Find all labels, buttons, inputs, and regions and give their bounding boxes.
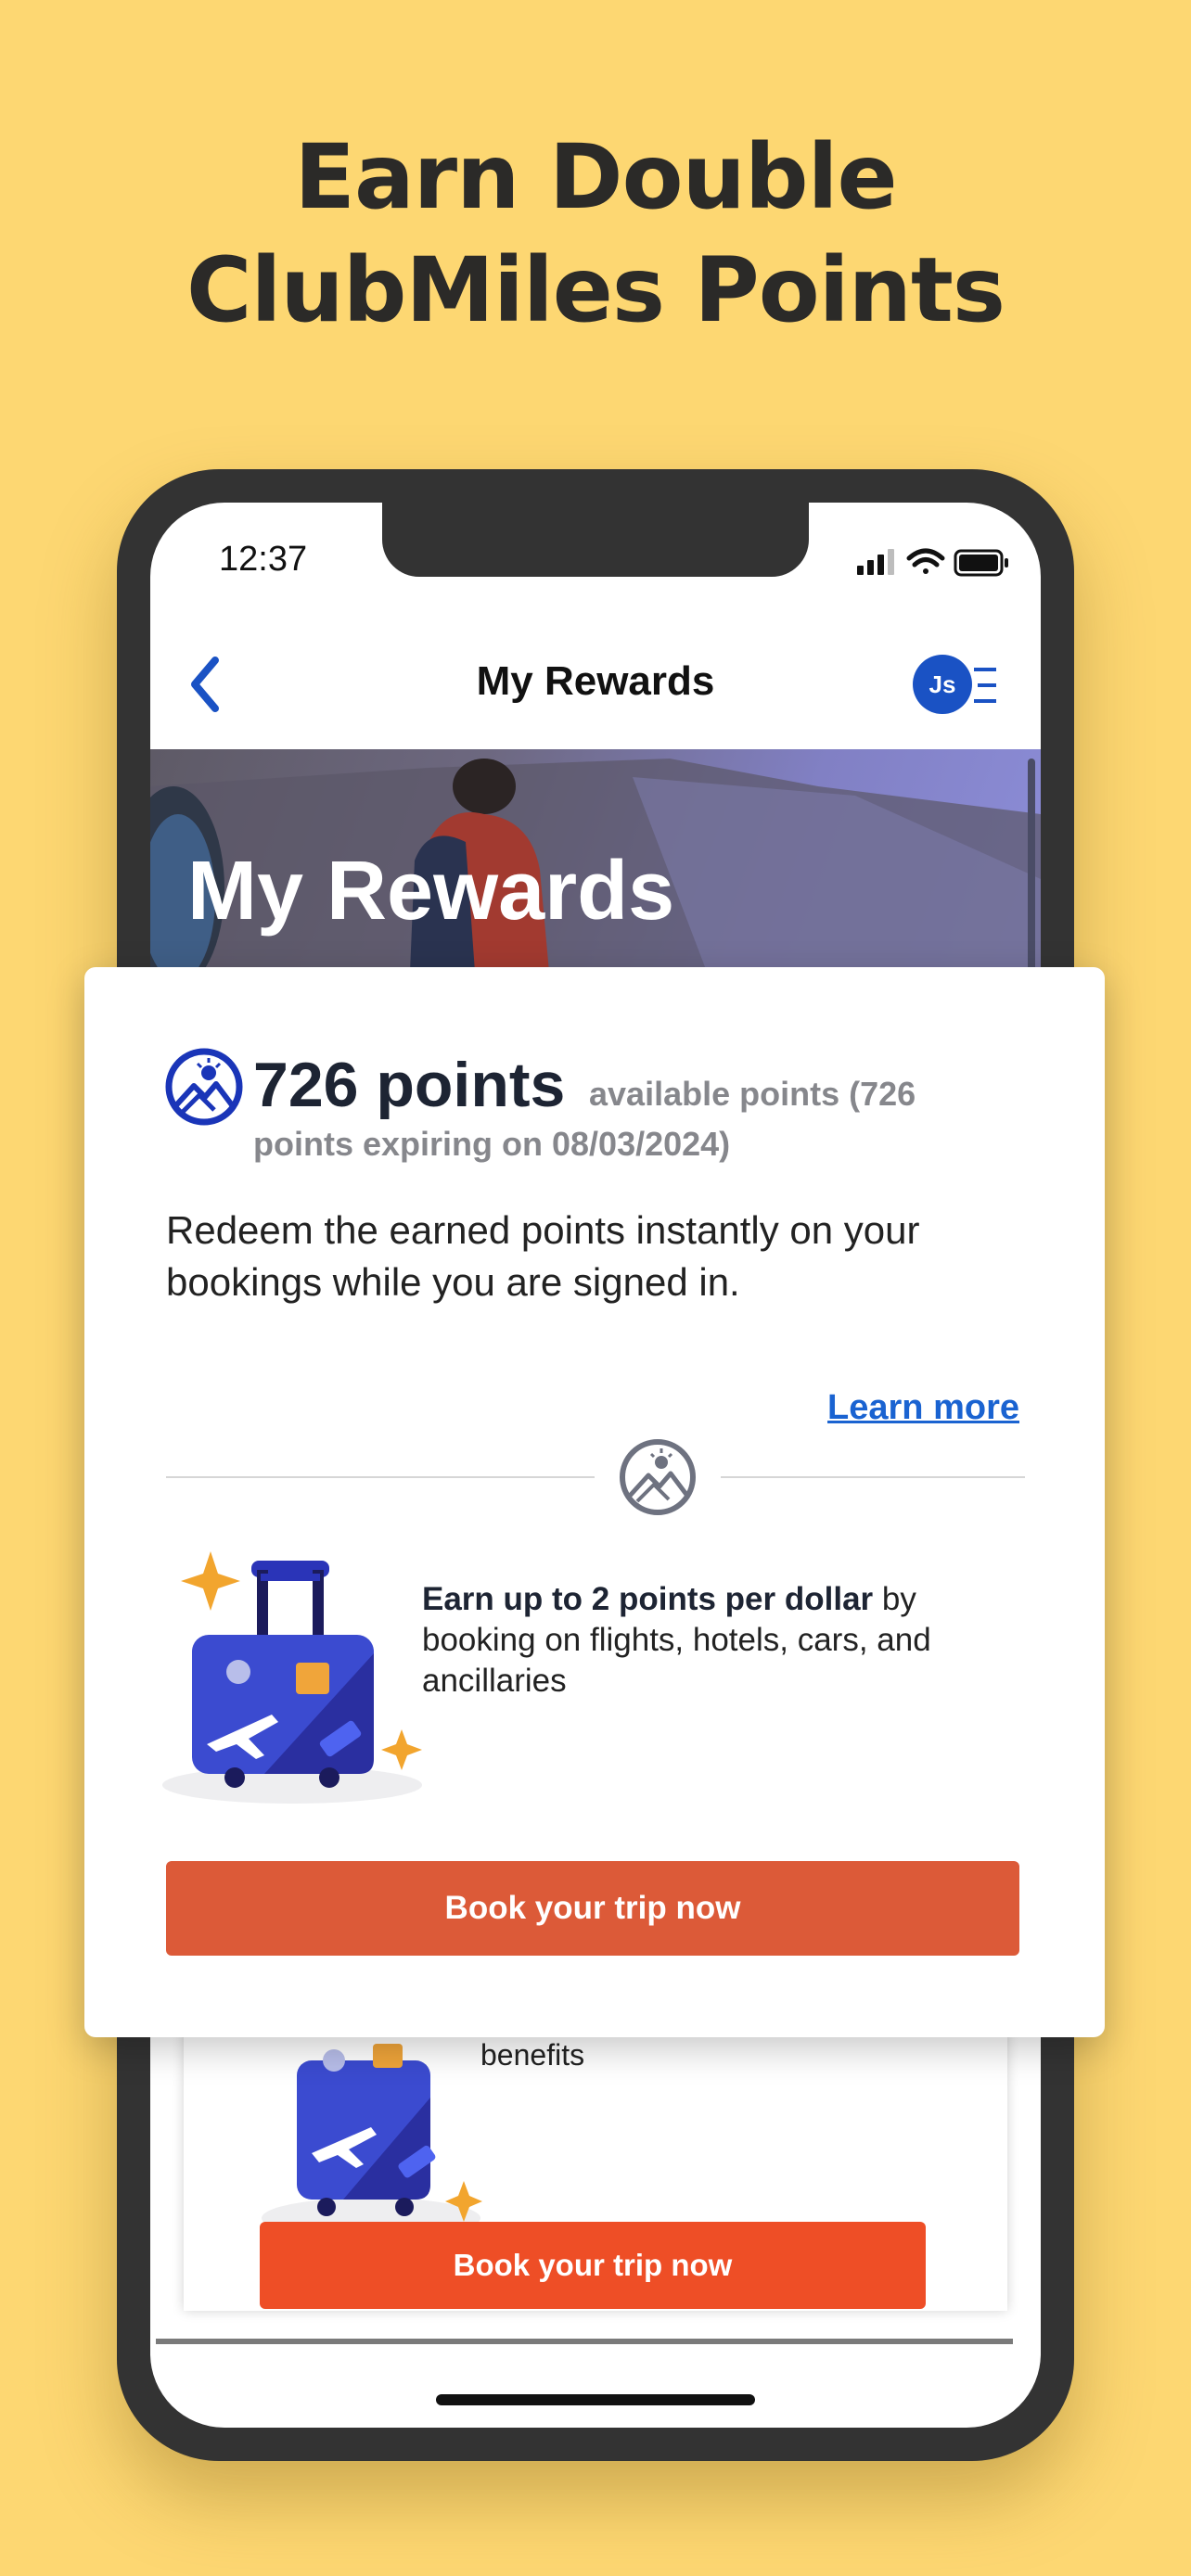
avatar[interactable]: Js [913, 655, 972, 714]
points-expiry-note: available points (726 points expiring on… [253, 1075, 916, 1163]
battery-icon [954, 549, 1008, 577]
redeem-description: Redeem the earned points instantly on yo… [166, 1208, 920, 1304]
divider-left [166, 1476, 595, 1478]
home-indicator[interactable] [436, 2394, 755, 2405]
status-time: 12:37 [219, 540, 308, 579]
cellular-signal-icon [857, 549, 894, 575]
mountain-sun-icon [620, 1439, 696, 1515]
headline-line-2: ClubMiles Points [186, 238, 1005, 342]
earn-description: Earn up to 2 points per dollar by bookin… [422, 1579, 1016, 1702]
hero-title: My Rewards [187, 845, 675, 937]
earn-highlight: Earn up to 2 points per dollar [422, 1581, 874, 1617]
hero-banner: My Rewards [150, 749, 1041, 972]
learn-more-link[interactable]: Learn more [827, 1388, 1019, 1428]
headline-line-1: Earn Double [294, 125, 897, 229]
phone-notch [382, 503, 809, 577]
background-book-button[interactable]: Book your trip now [260, 2222, 926, 2309]
wifi-icon [906, 548, 945, 574]
suitcase-icon [162, 1551, 422, 1804]
clubmiles-logo-icon [165, 1048, 243, 1126]
rewards-card: 726 points available points (726 points … [84, 967, 1105, 2037]
book-trip-button[interactable]: Book your trip now [166, 1861, 1019, 1956]
benefits-text: benefits [480, 2038, 585, 2072]
suitcase-illustration [262, 2044, 482, 2238]
status-icons [857, 548, 1008, 577]
promo-headline: Earn Double ClubMiles Points [0, 121, 1191, 347]
divider [156, 2339, 1013, 2344]
nav-title: My Rewards [476, 658, 715, 704]
divider-right [721, 1476, 1025, 1478]
menu-icon[interactable] [970, 664, 998, 707]
nav-bar: My Rewards Js [150, 623, 1041, 744]
scrollbar[interactable] [1028, 759, 1035, 972]
